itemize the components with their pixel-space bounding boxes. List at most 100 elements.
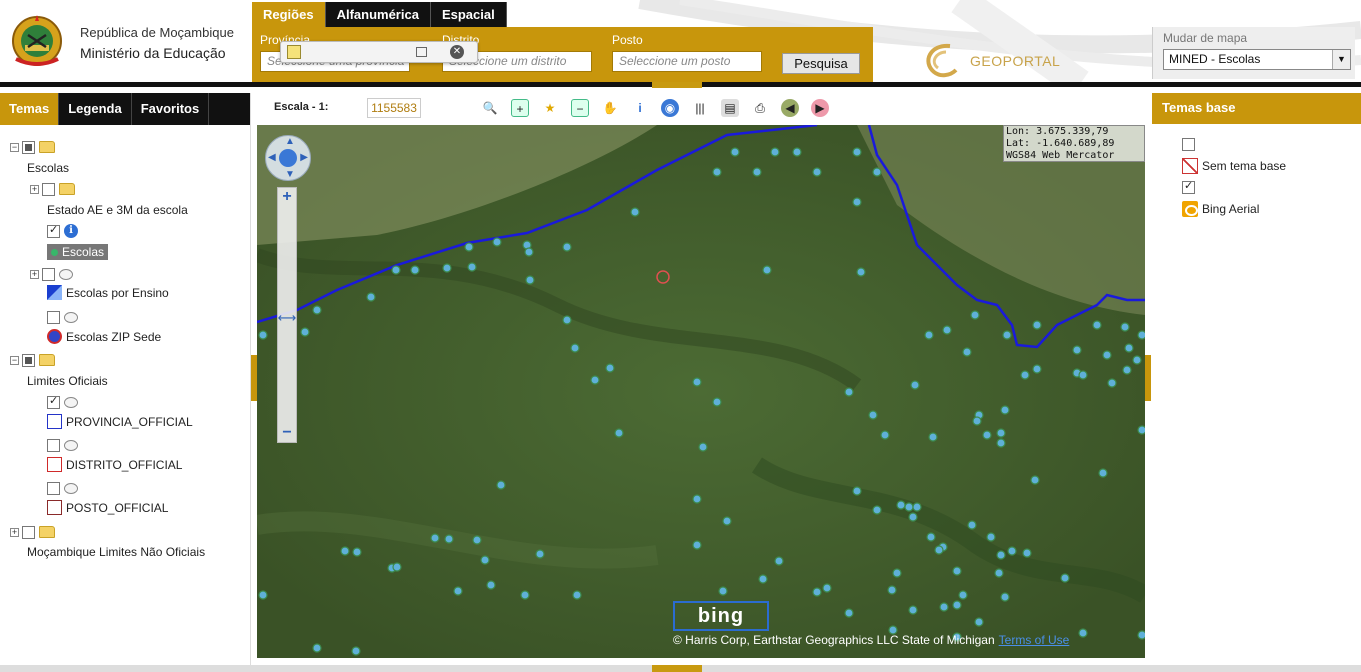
school-point-marker[interactable] <box>430 533 440 543</box>
bing-aerial-checkbox[interactable] <box>1182 179 1195 194</box>
school-point-marker[interactable] <box>912 502 922 512</box>
school-point-marker[interactable] <box>792 147 802 157</box>
school-point-marker[interactable] <box>366 292 376 302</box>
school-point-marker[interactable] <box>1002 330 1012 340</box>
school-point-marker[interactable] <box>868 410 878 420</box>
school-point-marker[interactable] <box>1137 330 1145 340</box>
school-point-marker[interactable] <box>1032 320 1042 330</box>
school-point-marker[interactable] <box>496 480 506 490</box>
school-point-marker[interactable] <box>444 534 454 544</box>
school-point-marker[interactable] <box>967 520 977 530</box>
school-point-marker[interactable] <box>924 330 934 340</box>
school-point-marker[interactable] <box>712 167 722 177</box>
school-point-marker[interactable] <box>1078 628 1088 638</box>
school-point-marker[interactable] <box>942 325 952 335</box>
school-point-marker[interactable] <box>605 363 615 373</box>
pan-control[interactable]: ▲ ▼ ◀ ▶ <box>265 135 311 181</box>
school-point-marker[interactable] <box>300 327 310 337</box>
collapse-icon[interactable]: − <box>10 355 19 365</box>
school-point-marker[interactable] <box>453 586 463 596</box>
bottom-panel-toggle[interactable] <box>652 665 702 672</box>
school-point-marker[interactable] <box>986 532 996 542</box>
escolas-group-checkbox[interactable] <box>22 140 35 154</box>
school-point-marker[interactable] <box>852 486 862 496</box>
school-point-marker[interactable] <box>1032 364 1042 374</box>
school-point-marker[interactable] <box>486 580 496 590</box>
school-point-marker[interactable] <box>972 416 982 426</box>
school-point-marker[interactable] <box>535 549 545 559</box>
scale-input[interactable]: 1155583 <box>367 98 421 118</box>
school-point-marker[interactable] <box>822 583 832 593</box>
school-point-marker[interactable] <box>1137 425 1145 435</box>
school-point-marker[interactable] <box>630 207 640 217</box>
expand-icon[interactable]: + <box>10 527 19 537</box>
map-canvas[interactable]: Lon: 3.675.339,79 Lat: -1.640.689,89 WGS… <box>257 125 1145 658</box>
school-point-marker[interactable] <box>572 590 582 600</box>
school-point-marker[interactable] <box>844 387 854 397</box>
school-point-marker[interactable] <box>908 512 918 522</box>
tab-regioes[interactable]: Regiões <box>252 2 326 27</box>
school-point-marker[interactable] <box>872 167 882 177</box>
tab-espacial[interactable]: Espacial <box>430 2 507 27</box>
collapse-icon[interactable]: − <box>10 142 19 152</box>
posto-checkbox[interactable] <box>47 481 60 495</box>
sem-tema-label[interactable]: Sem tema base <box>1202 159 1286 173</box>
school-point-marker[interactable] <box>856 267 866 277</box>
school-point-marker[interactable] <box>1000 592 1010 602</box>
school-point-marker[interactable] <box>1137 630 1145 640</box>
school-point-marker[interactable] <box>1078 370 1088 380</box>
zoom-slider[interactable]: + ⟷ − <box>277 187 297 443</box>
pan-up-icon[interactable]: ▲ <box>285 136 295 147</box>
layers-icon[interactable]: ▤ <box>721 99 739 117</box>
school-point-marker[interactable] <box>910 380 920 390</box>
school-point-marker[interactable] <box>872 505 882 515</box>
zoom-in-icon[interactable]: + <box>511 99 529 117</box>
school-point-marker[interactable] <box>892 568 902 578</box>
school-point-marker[interactable] <box>1007 546 1017 556</box>
school-point-marker[interactable] <box>962 347 972 357</box>
expand-icon[interactable]: + <box>30 184 39 194</box>
bing-aerial-label[interactable]: Bing Aerial <box>1202 202 1259 216</box>
school-point-marker[interactable] <box>896 500 906 510</box>
school-point-marker[interactable] <box>758 574 768 584</box>
school-point-marker[interactable] <box>1107 378 1117 388</box>
chevron-down-icon[interactable]: ▼ <box>1332 50 1350 69</box>
school-point-marker[interactable] <box>752 167 762 177</box>
school-point-marker[interactable] <box>928 432 938 442</box>
school-point-marker[interactable] <box>762 265 772 275</box>
right-panel-toggle[interactable] <box>1145 355 1151 401</box>
school-point-marker[interactable] <box>467 262 477 272</box>
school-point-marker[interactable] <box>952 566 962 576</box>
map-switch-select[interactable]: MINED - Escolas ▼ <box>1163 49 1351 70</box>
school-point-marker[interactable] <box>1030 475 1040 485</box>
estado-checkbox[interactable] <box>42 182 55 196</box>
identify-icon[interactable]: i <box>631 99 649 117</box>
zoom-out-icon[interactable]: − <box>571 99 589 117</box>
next-extent-icon[interactable]: ▶ <box>811 99 829 117</box>
school-point-marker[interactable] <box>698 442 708 452</box>
school-point-marker[interactable] <box>562 315 572 325</box>
school-point-marker[interactable] <box>1102 350 1112 360</box>
bookmark-star-icon[interactable]: ★ <box>541 99 559 117</box>
globe-icon[interactable] <box>279 149 297 167</box>
aerial-imagery[interactable] <box>257 125 1145 658</box>
school-point-marker[interactable] <box>880 430 890 440</box>
school-point-marker[interactable] <box>692 494 702 504</box>
school-point-marker[interactable] <box>692 377 702 387</box>
zoom-minus-icon[interactable]: − <box>278 424 296 442</box>
school-point-marker[interactable] <box>939 602 949 612</box>
school-point-marker[interactable] <box>391 265 401 275</box>
school-point-marker[interactable] <box>392 562 402 572</box>
pan-down-icon[interactable]: ▼ <box>285 169 295 180</box>
terms-of-use-link[interactable]: Terms of Use <box>999 633 1070 647</box>
school-point-marker[interactable] <box>340 546 350 556</box>
tab-legenda[interactable]: Legenda <box>59 93 132 125</box>
school-point-marker[interactable] <box>524 247 534 257</box>
school-point-marker[interactable] <box>718 586 728 596</box>
posto-select[interactable]: Seleccione um posto <box>612 51 762 72</box>
restore-icon[interactable] <box>416 47 427 57</box>
close-icon[interactable]: ✕ <box>450 45 464 59</box>
school-point-marker[interactable] <box>844 608 854 618</box>
school-point-marker[interactable] <box>774 556 784 566</box>
school-point-marker[interactable] <box>934 545 944 555</box>
